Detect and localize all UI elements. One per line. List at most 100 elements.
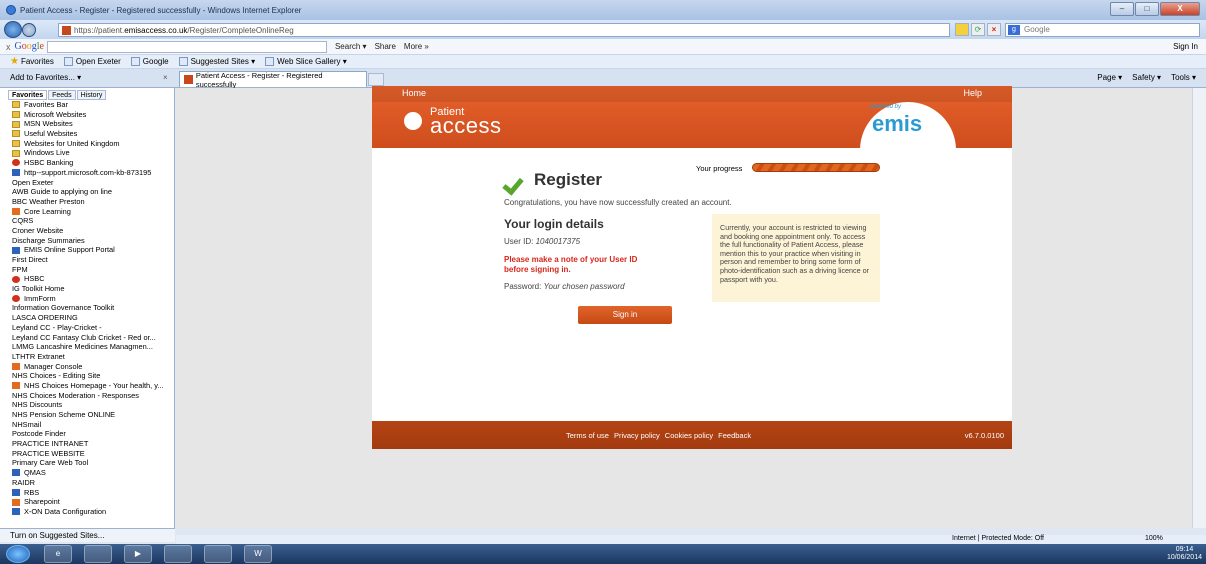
security-zone[interactable]: Internet | Protected Mode: Off [952, 535, 1044, 542]
favorites-list-item[interactable]: ImmForm [12, 294, 174, 304]
favorites-list-item[interactable]: Useful Websites [12, 129, 174, 139]
outlook-taskbar-button[interactable] [164, 545, 192, 563]
favorites-list-item[interactable]: Postcode Finder [12, 174, 380, 439]
maximize-button[interactable]: □ [1135, 2, 1159, 16]
google-sign-in[interactable]: Sign In [1173, 42, 1198, 51]
feedback-link[interactable]: Feedback [718, 431, 751, 440]
favorites-list-item[interactable]: HSBC [12, 274, 174, 284]
forward-button[interactable] [22, 23, 36, 37]
favorites-list-item[interactable]: Websites for United Kingdom [12, 139, 174, 149]
note-warning: Please make a note of your User ID befor… [504, 255, 638, 274]
favorites-list-item[interactable]: LMMG Lancashire Medicines Managmen... [12, 174, 380, 352]
refresh-icon[interactable]: ⟳ [971, 23, 985, 36]
close-favorites-panel-button[interactable]: × [163, 73, 168, 82]
explorer-taskbar-button[interactable] [84, 545, 112, 563]
favorites-button[interactable]: ★ Favorites [10, 56, 54, 67]
tab-feeds[interactable]: Feeds [48, 90, 76, 100]
favorites-list-item[interactable]: PRACTICE WEBSITE [12, 174, 380, 459]
favorites-list-item[interactable]: NHSmail [12, 174, 380, 430]
favorites-list-item[interactable]: FPM [12, 174, 380, 275]
nav-help-link[interactable]: Help [963, 88, 982, 100]
tools-menu[interactable]: Tools ▾ [1171, 73, 1196, 82]
favorites-list-item[interactable]: LTHTR Extranet [12, 174, 380, 362]
favorites-list-item[interactable]: Manager Console [12, 362, 174, 372]
media-taskbar-button[interactable]: ▶ [124, 545, 152, 563]
favorites-list-item[interactable]: Discharge Summaries [12, 174, 380, 246]
favorites-list-item[interactable]: Leyland CC - Play-Cricket - [12, 174, 380, 333]
favorites-list-item[interactable]: IG Toolkit Home [12, 174, 380, 294]
favbar-item[interactable]: Web Slice Gallery ▾ [265, 57, 347, 66]
tab-favorites[interactable]: Favorites [8, 90, 48, 100]
google-search-button[interactable]: Search ▾ [335, 42, 367, 51]
favorites-list-item[interactable]: AWB Guide to applying on line [12, 174, 380, 197]
favorites-list-item[interactable]: http--support.microsoft.com-kb-873195 [12, 168, 174, 178]
favorites-list-item[interactable]: CQRS [12, 174, 380, 226]
google-search-input[interactable] [46, 40, 327, 53]
lock-icon[interactable] [955, 23, 969, 36]
zoom-level[interactable]: 100% [1145, 535, 1163, 542]
favorites-list-item[interactable]: NHS Choices - Editing Site [12, 174, 380, 381]
start-button[interactable] [6, 545, 30, 563]
address-bar[interactable]: https://patient.emisaccess.co.uk/Registe… [58, 23, 950, 37]
favorites-list-item[interactable]: NHS Pension Scheme ONLINE [12, 174, 380, 420]
word-taskbar-button[interactable]: W [244, 545, 272, 563]
close-toolbar-icon[interactable]: x [6, 42, 11, 52]
favorites-list-item[interactable]: NHS Discounts [12, 174, 380, 410]
site-footer: Terms of use Privacy policy Cookies poli… [372, 421, 1012, 449]
nav-home-link[interactable]: Home [402, 88, 426, 100]
favorites-list-item[interactable]: RAIDR [12, 174, 380, 488]
favorites-list-item[interactable]: HSBC Banking [12, 158, 174, 168]
favorites-list-item[interactable]: Microsoft Websites [12, 110, 174, 120]
favorites-item-label: LTHTR Extranet [12, 351, 65, 361]
page-menu[interactable]: Page ▾ [1097, 73, 1122, 82]
favbar-item[interactable]: Suggested Sites ▾ [178, 57, 255, 66]
favorites-list-item[interactable]: BBC Weather Preston [12, 174, 380, 207]
google-more-button[interactable]: More » [404, 42, 429, 51]
new-tab-button[interactable] [368, 73, 384, 86]
search-input[interactable]: g Google [1005, 23, 1200, 37]
favorites-list-item[interactable]: Sharepoint [12, 497, 174, 507]
stop-icon[interactable]: × [987, 23, 1001, 36]
close-button[interactable]: X [1160, 2, 1200, 16]
favorites-list-item[interactable]: NHS Choices Homepage - Your health, y... [12, 381, 174, 391]
safety-menu[interactable]: Safety ▾ [1132, 73, 1161, 82]
emis-taskbar-button[interactable] [204, 545, 232, 563]
favorites-list-item[interactable]: Croner Website [12, 174, 380, 236]
vertical-scrollbar[interactable] [1192, 88, 1206, 528]
favorites-list-item[interactable]: RBS [12, 488, 174, 498]
minimize-button[interactable]: – [1110, 2, 1134, 16]
favbar-item[interactable]: Open Exeter [63, 57, 121, 66]
favorites-list-item[interactable]: NHS Choices Moderation - Responses [12, 174, 380, 401]
favorites-list-item[interactable]: Windows Live [12, 148, 174, 158]
favbar-item[interactable]: Google [130, 57, 169, 66]
favorites-list-item[interactable]: LASCA ORDERING [12, 174, 380, 323]
page-title: Register [534, 170, 603, 189]
privacy-link[interactable]: Privacy policy [614, 431, 660, 440]
favorites-list-item[interactable]: EMIS Online Support Portal [12, 245, 174, 255]
favorites-list-item[interactable]: PRACTICE INTRANET [12, 174, 380, 449]
favorites-list-item[interactable]: First Direct [12, 174, 380, 265]
turn-on-suggested-sites[interactable]: Turn on Suggested Sites... [0, 528, 175, 542]
favorites-list-item[interactable]: X-ON Data Configuration [12, 507, 174, 517]
cookies-link[interactable]: Cookies policy [665, 431, 713, 440]
tab-active[interactable]: Patient Access - Register - Registered s… [179, 71, 367, 89]
clock[interactable]: 09:14 10/06/2014 [1167, 546, 1202, 562]
back-button[interactable] [4, 21, 22, 38]
sign-in-button[interactable]: Sign in [578, 306, 672, 324]
tab-history[interactable]: History [76, 90, 107, 100]
favorites-list-item[interactable]: QMAS [12, 468, 174, 478]
favorites-list-item[interactable]: Core Learning [12, 207, 174, 217]
favorites-list-item[interactable]: Leyland CC Fantasy Club Cricket - Red or… [12, 174, 380, 343]
terms-link[interactable]: Terms of use [566, 431, 609, 440]
favorites-list-item[interactable]: Favorites Bar [12, 100, 174, 110]
status-bar: Internet | Protected Mode: Off 100% [176, 535, 1206, 544]
favorites-item-label: Discharge Summaries [12, 235, 85, 245]
ie-taskbar-button[interactable]: e [44, 545, 72, 563]
google-share-button[interactable]: Share [375, 42, 396, 51]
favorites-list-item[interactable]: Information Governance Toolkit [12, 174, 380, 313]
favorites-list-item[interactable]: MSN Websites [12, 119, 174, 129]
favorites-list-item[interactable]: Primary Care Web Tool [12, 174, 380, 468]
add-to-favorites-button[interactable]: Add to Favorites... ▾ [10, 73, 81, 82]
favorites-list-item[interactable]: Open Exeter [12, 174, 380, 188]
site-favicon-icon [62, 25, 71, 35]
